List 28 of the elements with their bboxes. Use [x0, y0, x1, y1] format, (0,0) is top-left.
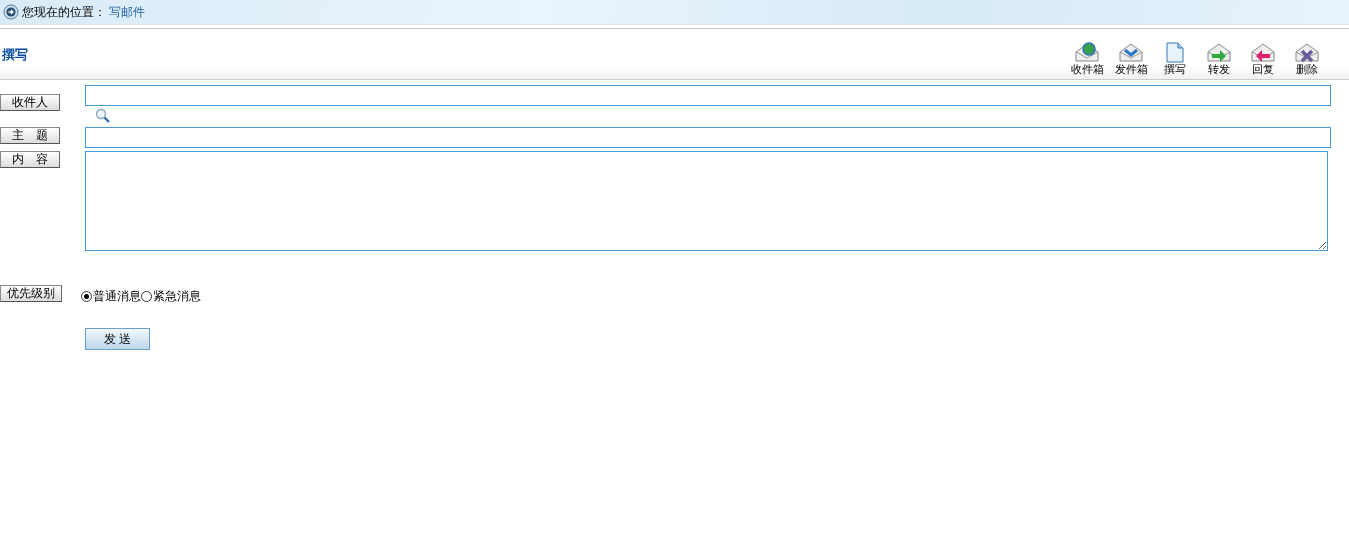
toolbar-button[interactable]: 收件箱 — [1065, 41, 1109, 76]
radio-label[interactable]: 紧急消息 — [153, 288, 201, 305]
radio-button[interactable] — [81, 291, 92, 302]
page-title: 撰写 — [2, 46, 28, 64]
subject-label: 主 题 — [0, 127, 60, 144]
toolbar-button[interactable]: 转发 — [1197, 41, 1241, 76]
search-icon[interactable] — [95, 108, 111, 124]
toolbar-button[interactable]: 发件箱 — [1109, 41, 1153, 76]
envelope-arrow-icon — [1250, 41, 1276, 63]
subject-field[interactable] — [85, 127, 1331, 148]
envelope-arrow-icon — [1118, 41, 1144, 63]
recipient-button[interactable]: 收件人 — [0, 94, 60, 111]
radio-button[interactable] — [141, 291, 152, 302]
envelope-cross-icon — [1294, 41, 1320, 63]
breadcrumb-label: 您现在的位置： — [22, 3, 106, 21]
envelope-globe-icon — [1074, 41, 1100, 63]
send-button[interactable]: 发 送 — [85, 328, 150, 350]
toolbar-button[interactable]: 撰写 — [1153, 41, 1197, 76]
breadcrumb-link[interactable]: 写邮件 — [109, 3, 145, 21]
content-textarea[interactable] — [85, 151, 1328, 251]
toolbar-button[interactable]: 回复 — [1241, 41, 1285, 76]
toolbar-button[interactable]: 删除 — [1285, 41, 1329, 76]
recipient-field[interactable] — [85, 85, 1331, 106]
priority-label: 优先级别 — [0, 285, 62, 302]
radio-label[interactable]: 普通消息 — [93, 288, 141, 305]
arrow-circle-icon — [3, 4, 19, 20]
envelope-arrow-icon — [1206, 41, 1232, 63]
content-label: 内 容 — [0, 151, 60, 168]
